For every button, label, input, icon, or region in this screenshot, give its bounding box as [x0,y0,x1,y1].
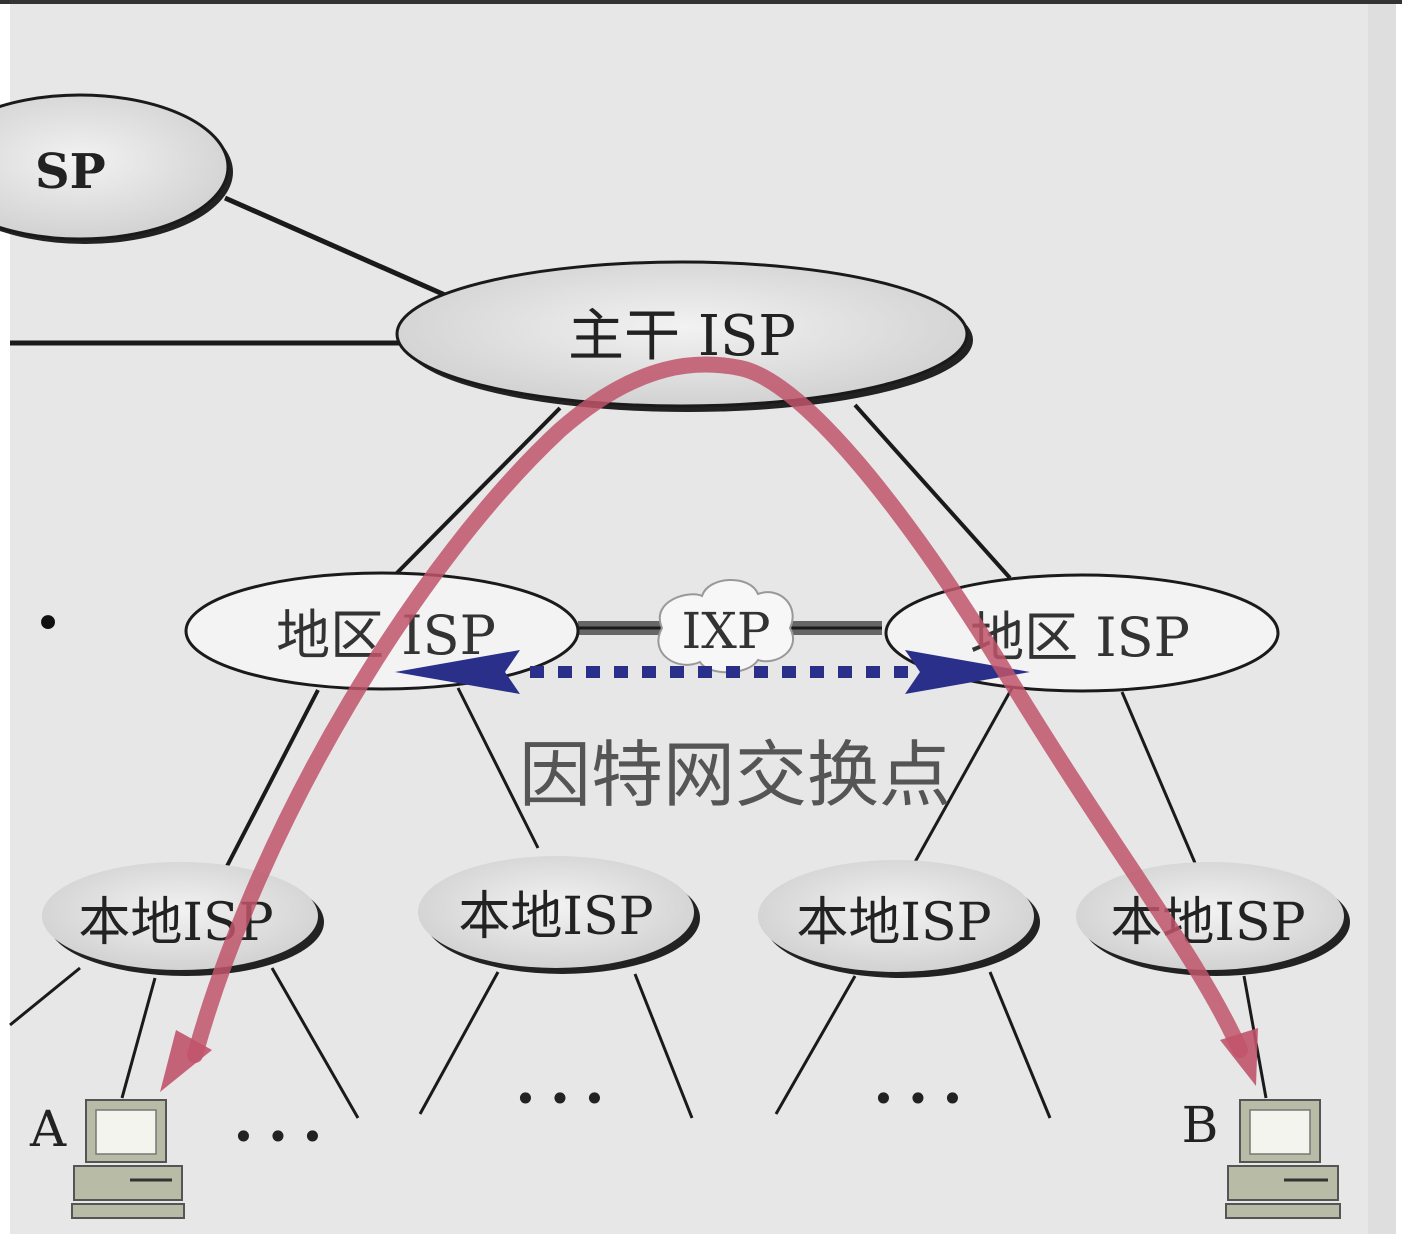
ellipsis-local-2: • • • [514,1077,605,1121]
ixp-caption: 因特网交换点 [519,733,951,817]
local-isp-2-label: 本地ISP [458,887,653,947]
ellipsis-local-1: • • • [232,1115,323,1159]
backbone-isp-node: 主干 ISP [395,260,973,412]
backbone-isp-left-label: SP [35,144,106,200]
host-b-label: B [1182,1096,1219,1154]
local-isp-3-label: 本地ISP [796,893,991,953]
ellipsis-local-3: • • • [872,1077,963,1121]
diagram-canvas: SP 主干 ISP 地区 ISP 地区 ISP IXP 本地ISP 本地ISP … [0,0,1402,1237]
bullet-marker: • [34,596,62,652]
isp-hierarchy-diagram: SP 主干 ISP 地区 ISP 地区 ISP IXP 本地ISP 本地ISP … [0,0,1402,1237]
top-border [0,0,1402,4]
local-isp-4-label: 本地ISP [1110,893,1305,953]
right-edge-strip [1368,4,1396,1234]
regional-isp-left-node: 地区 ISP [184,571,580,691]
host-a-label: A [29,1100,67,1158]
ixp-label: IXP [682,602,771,660]
